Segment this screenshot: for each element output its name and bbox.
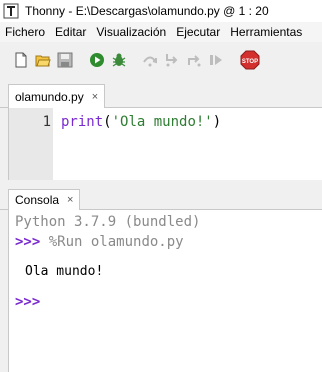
thonny-app-icon[interactable] bbox=[3, 3, 19, 19]
menu-editar[interactable]: Editar bbox=[50, 25, 91, 39]
close-icon[interactable]: × bbox=[67, 194, 73, 206]
menu-bar: Fichero Editar Visualización Ejecutar He… bbox=[0, 22, 322, 42]
debug-icon[interactable] bbox=[111, 52, 127, 68]
code-string: 'Ola mundo!' bbox=[111, 114, 213, 130]
close-icon[interactable]: × bbox=[92, 91, 98, 103]
stop-label: STOP bbox=[242, 59, 258, 65]
resume-icon[interactable] bbox=[208, 52, 224, 68]
line-number-gutter: 1 bbox=[9, 108, 53, 180]
save-icon[interactable] bbox=[57, 52, 73, 68]
shell-input-prompt[interactable]: >>> bbox=[15, 294, 40, 310]
stop-icon[interactable]: STOP bbox=[240, 50, 260, 70]
window-title: Thonny - E:\Descargas\olamundo.py @ 1 : … bbox=[25, 4, 269, 18]
console-panel: Consola × Python 3.7.9 (bundled) >>> %Ru… bbox=[0, 186, 322, 372]
run-command: %Run olamundo.py bbox=[48, 234, 184, 250]
menu-ejecutar[interactable]: Ejecutar bbox=[171, 25, 225, 39]
python-version-banner: Python 3.7.9 (bundled) bbox=[15, 214, 201, 230]
editor-panel: olamundo.py × 1 print('Ola mundo!') bbox=[0, 80, 322, 180]
menu-visualizacion[interactable]: Visualización bbox=[91, 25, 171, 39]
menu-herramientas[interactable]: Herramientas bbox=[225, 25, 307, 39]
tab-consola[interactable]: Consola × bbox=[8, 189, 81, 210]
menu-fichero[interactable]: Fichero bbox=[0, 25, 50, 39]
tab-olamundo[interactable]: olamundo.py × bbox=[8, 84, 106, 108]
line-number: 1 bbox=[42, 114, 51, 130]
open-folder-icon[interactable] bbox=[35, 52, 51, 68]
editor-tabstrip: olamundo.py × bbox=[0, 80, 322, 108]
step-out-icon[interactable] bbox=[186, 52, 202, 68]
program-output: Ola mundo! bbox=[25, 264, 104, 279]
code-paren-open: ( bbox=[103, 114, 112, 130]
code-paren-close: ) bbox=[212, 114, 222, 130]
code-keyword: print bbox=[61, 114, 104, 130]
toolbar: STOP bbox=[0, 42, 322, 78]
command-line: >>> %Run olamundo.py bbox=[15, 234, 184, 250]
new-file-icon[interactable] bbox=[13, 52, 29, 68]
shell-prompt: >>> bbox=[15, 234, 41, 250]
code-editor[interactable]: 1 print('Ola mundo!') bbox=[8, 108, 322, 180]
console-tabstrip: Consola × bbox=[0, 186, 322, 210]
console-tab-label: Consola bbox=[15, 193, 60, 207]
shell-console[interactable]: Python 3.7.9 (bundled) >>> %Run olamundo… bbox=[8, 210, 322, 372]
step-over-icon[interactable] bbox=[142, 52, 158, 68]
code-line[interactable]: print('Ola mundo!') bbox=[61, 114, 221, 130]
title-bar: Thonny - E:\Descargas\olamundo.py @ 1 : … bbox=[0, 0, 322, 22]
tab-label: olamundo.py bbox=[15, 89, 84, 104]
step-into-icon[interactable] bbox=[164, 52, 180, 68]
run-icon[interactable] bbox=[89, 52, 105, 68]
